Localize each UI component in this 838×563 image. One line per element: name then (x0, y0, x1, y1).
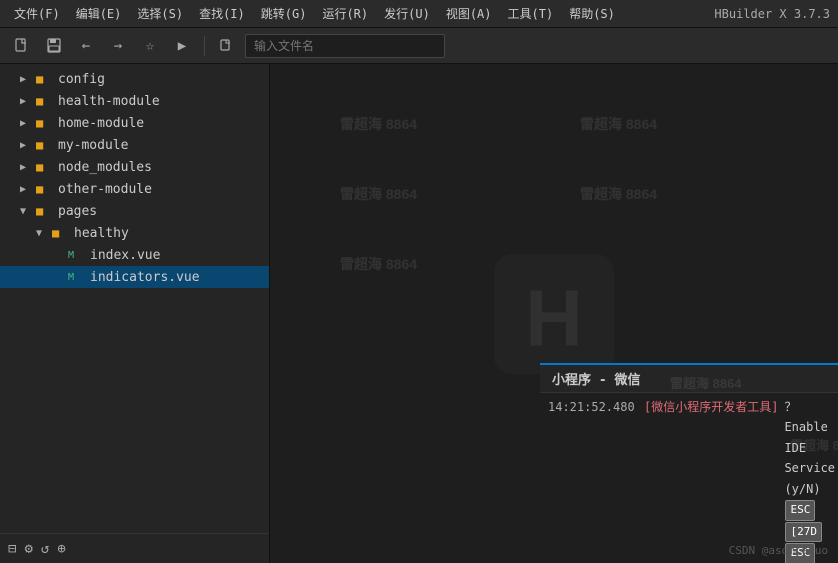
bookmark-button[interactable]: ☆ (136, 32, 164, 60)
menu-items: 文件(F) 编辑(E) 选择(S) 查找(I) 跳转(G) 运行(R) 发行(U… (8, 3, 714, 24)
svg-text:H: H (525, 273, 583, 362)
menu-view[interactable]: 视图(A) (440, 3, 498, 24)
status-icon-2[interactable]: ⚙ (24, 541, 32, 557)
folder-icon: ■ (36, 72, 54, 86)
save-button[interactable] (40, 32, 68, 60)
menu-find[interactable]: 查找(I) (193, 3, 251, 24)
item-label: indicators.vue (90, 270, 200, 285)
folder-icon: ■ (36, 116, 54, 130)
arrow-icon: ▶ (20, 96, 36, 107)
toolbar: ← → ☆ ▶ (0, 28, 838, 64)
content-area: 雷超海 8864 雷超海 8864 雷超海 8864 雷超海 8864 雷超海 … (270, 64, 838, 563)
panel-content: 雷超海 8864 雷超海 8864 14:21:52.480 [微信小程序开发者… (540, 393, 838, 563)
sidebar: ▶ ■ config ▶ ■ health-module ▶ ■ home-mo… (0, 64, 270, 563)
tree-item-index-vue[interactable]: M index.vue (0, 244, 269, 266)
folder-icon: ■ (36, 138, 54, 152)
tree-item-indicators-vue[interactable]: M indicators.vue (0, 266, 269, 288)
main-area: ▶ ■ config ▶ ■ health-module ▶ ■ home-mo… (0, 64, 838, 563)
log-source: [微信小程序开发者工具] (644, 397, 778, 417)
status-icon-4[interactable]: ⊕ (57, 541, 65, 557)
tree-item-my-module[interactable]: ▶ ■ my-module (0, 134, 269, 156)
panel-title: 小程序 - 微信 (552, 369, 640, 388)
menu-publish[interactable]: 发行(U) (378, 3, 436, 24)
menu-goto[interactable]: 跳转(G) (255, 3, 313, 24)
tree-item-healthy[interactable]: ▼ ■ healthy (0, 222, 269, 244)
menubar: 文件(F) 编辑(E) 选择(S) 查找(I) 跳转(G) 运行(R) 发行(U… (0, 0, 838, 28)
folder-open-icon: ■ (52, 226, 70, 240)
item-label: config (58, 72, 105, 87)
menu-help[interactable]: 帮助(S) (563, 3, 621, 24)
arrow-icon: ▶ (20, 140, 36, 151)
arrow-icon: ▶ (20, 184, 36, 195)
csdn-credit: CSDN @asdf_anuo (729, 544, 828, 557)
tree-item-node-modules[interactable]: ▶ ■ node_modules (0, 156, 269, 178)
tree-item-health-module[interactable]: ▶ ■ health-module (0, 90, 269, 112)
bottom-panel: 小程序 - 微信 雷超海 8864 雷超海 8864 14:21:52.480 … (540, 363, 838, 563)
folder-icon: ■ (36, 94, 54, 108)
sidebar-statusbar: ⊟ ⚙ ↺ ⊕ (0, 533, 269, 563)
arrow-icon: ▶ (20, 74, 36, 85)
back-button[interactable]: ← (72, 32, 100, 60)
vue-file-icon: M (68, 250, 86, 261)
run-button[interactable]: ▶ (168, 32, 196, 60)
toolbar-separator (204, 36, 205, 56)
file-tree: ▶ ■ config ▶ ■ health-module ▶ ■ home-mo… (0, 64, 269, 533)
esc-badge-1: ESC (785, 500, 815, 521)
tree-item-home-module[interactable]: ▶ ■ home-module (0, 112, 269, 134)
arrow-open-icon: ▼ (36, 228, 52, 239)
item-label: node_modules (58, 160, 152, 175)
panel-header: 小程序 - 微信 (540, 365, 838, 393)
file-icon (213, 32, 241, 60)
status-icon-3[interactable]: ↺ (41, 541, 49, 557)
app-title: HBuilder X 3.7.3 (714, 7, 830, 21)
folder-open-icon: ■ (36, 204, 54, 218)
vue-file-icon: M (68, 272, 86, 283)
folder-icon: ■ (36, 182, 54, 196)
log-line-1: 14:21:52.480 [微信小程序开发者工具] ？ Enable IDE S… (548, 397, 830, 563)
status-icon-1[interactable]: ⊟ (8, 541, 16, 557)
tree-item-config[interactable]: ▶ ■ config (0, 68, 269, 90)
menu-edit[interactable]: 编辑(E) (70, 3, 128, 24)
tree-item-other-module[interactable]: ▶ ■ other-module (0, 178, 269, 200)
item-label: my-module (58, 138, 128, 153)
arrow-icon: ▶ (20, 162, 36, 173)
menu-tools[interactable]: 工具(T) (502, 3, 560, 24)
item-label: other-module (58, 182, 152, 197)
item-label-healthy: healthy (74, 226, 129, 241)
item-label: home-module (58, 116, 144, 131)
folder-icon: ■ (36, 160, 54, 174)
menu-file[interactable]: 文件(F) (8, 3, 66, 24)
item-label: pages (58, 204, 97, 219)
esc-badge-2: [27D (785, 522, 822, 543)
menu-run[interactable]: 运行(R) (316, 3, 374, 24)
item-label: health-module (58, 94, 160, 109)
menu-select[interactable]: 选择(S) (131, 3, 189, 24)
arrow-icon: ▶ (20, 118, 36, 129)
arrow-open-icon: ▼ (20, 206, 36, 217)
forward-button[interactable]: → (104, 32, 132, 60)
log-time: 14:21:52.480 (548, 397, 638, 417)
log-msg: ？ Enable IDE Service (y/N) ESC[27DESC[27… (784, 397, 835, 563)
filename-input[interactable] (245, 34, 445, 58)
tree-item-pages[interactable]: ▼ ■ pages (0, 200, 269, 222)
new-file-button[interactable] (8, 32, 36, 60)
hbuilder-logo-icon: H (489, 249, 619, 379)
item-label: index.vue (90, 248, 160, 263)
